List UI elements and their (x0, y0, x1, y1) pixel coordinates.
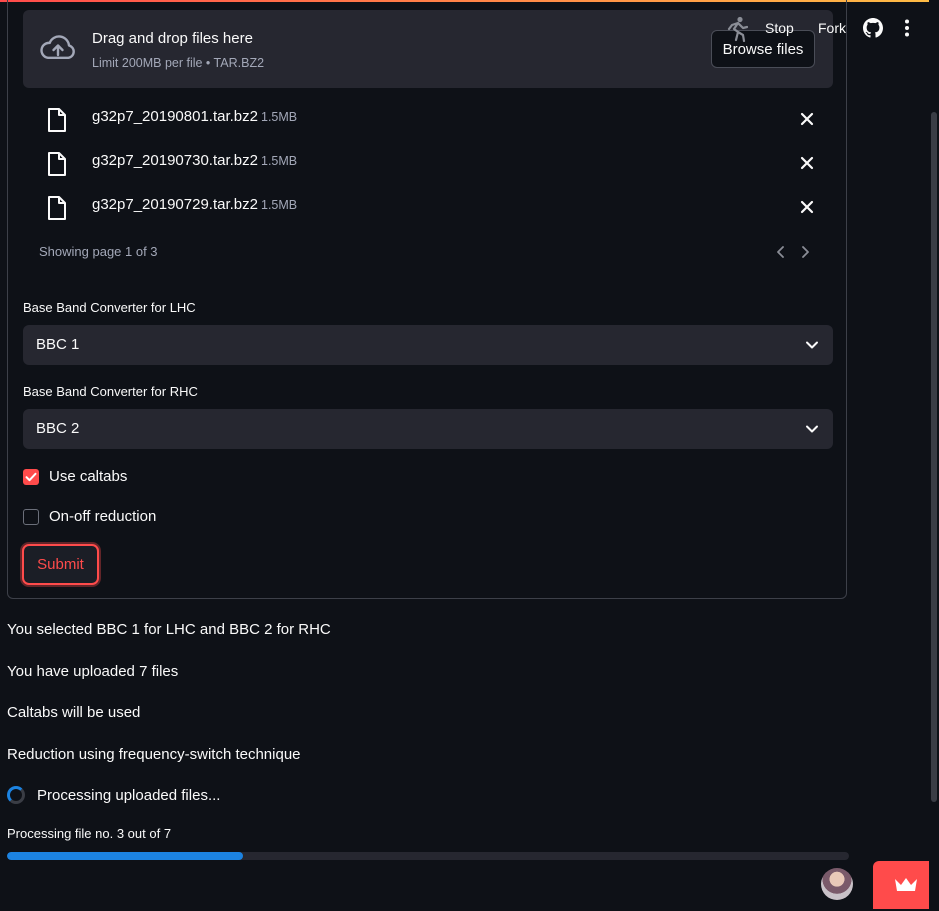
app-page: Drag and drop files here Limit 200MB per… (0, 0, 939, 911)
fork-button[interactable]: Fork (818, 20, 846, 36)
github-icon[interactable] (863, 18, 883, 38)
file-size: 1.5MB (261, 154, 298, 168)
file-icon (48, 108, 66, 132)
remove-file-icon[interactable] (799, 155, 815, 171)
file-name: g32p7_20190729.tar.bz2 (92, 196, 258, 213)
output-uploaded-count-text: You have uploaded 7 files (7, 663, 179, 680)
progress-label: Processing file no. 3 out of 7 (7, 826, 172, 841)
chevron-right-icon[interactable] (799, 245, 811, 259)
onoff-reduction-label[interactable]: On-off reduction (49, 508, 156, 525)
output-reduction-text: Reduction using frequency-switch techniq… (7, 746, 301, 763)
output-caltabs-text: Caltabs will be used (7, 704, 141, 721)
file-name: g32p7_20190730.tar.bz2 (92, 152, 258, 169)
file-icon (48, 196, 66, 220)
rhc-select-label: Base Band Converter for RHC (23, 384, 198, 399)
lhc-select[interactable]: BBC 1 (23, 325, 833, 365)
use-caltabs-checkbox[interactable] (23, 469, 39, 485)
running-man-icon (727, 16, 748, 42)
more-menu-icon[interactable] (904, 19, 910, 37)
file-size: 1.5MB (261, 110, 298, 124)
chevron-down-icon (806, 341, 818, 349)
chevron-left-icon[interactable] (775, 245, 787, 259)
uploaded-file-row: g32p7_20190730.tar.bz2 1.5MB (23, 142, 833, 186)
file-dropzone[interactable]: Drag and drop files here Limit 200MB per… (23, 10, 833, 88)
use-caltabs-label[interactable]: Use caltabs (49, 468, 127, 485)
lhc-select-value: BBC 1 (36, 336, 80, 353)
scrollbar-thumb[interactable] (931, 112, 937, 802)
dropzone-limit-text: Limit 200MB per file • TAR.BZ2 (92, 56, 265, 70)
rhc-select-value: BBC 2 (36, 420, 80, 437)
stop-button[interactable]: Stop (765, 20, 794, 36)
rhc-select[interactable]: BBC 2 (23, 409, 833, 449)
remove-file-icon[interactable] (799, 199, 815, 215)
checkmark-icon (25, 472, 37, 482)
file-name: g32p7_20190801.tar.bz2 (92, 108, 258, 125)
chevron-down-icon (806, 425, 818, 433)
file-size: 1.5MB (261, 198, 298, 212)
user-avatar[interactable] (821, 868, 853, 900)
onoff-reduction-checkbox[interactable] (23, 509, 39, 525)
lhc-select-label: Base Band Converter for LHC (23, 300, 196, 315)
uploaded-file-row: g32p7_20190729.tar.bz2 1.5MB (23, 186, 833, 230)
processing-status-text: Processing uploaded files... (37, 787, 221, 804)
output-selection-text: You selected BBC 1 for LHC and BBC 2 for… (7, 621, 331, 638)
dropzone-title: Drag and drop files here (92, 30, 253, 47)
progress-bar (7, 852, 849, 860)
loading-spinner-icon (7, 786, 25, 804)
progress-bar-fill (7, 852, 243, 860)
pagination-text: Showing page 1 of 3 (39, 244, 158, 259)
uploaded-file-row: g32p7_20190801.tar.bz2 1.5MB (23, 98, 833, 142)
file-icon (48, 152, 66, 176)
remove-file-icon[interactable] (799, 111, 815, 127)
submit-button[interactable]: Submit (22, 544, 99, 585)
scrollbar-track[interactable] (929, 0, 939, 911)
cloud-upload-icon (40, 35, 75, 59)
crown-icon (895, 878, 917, 891)
